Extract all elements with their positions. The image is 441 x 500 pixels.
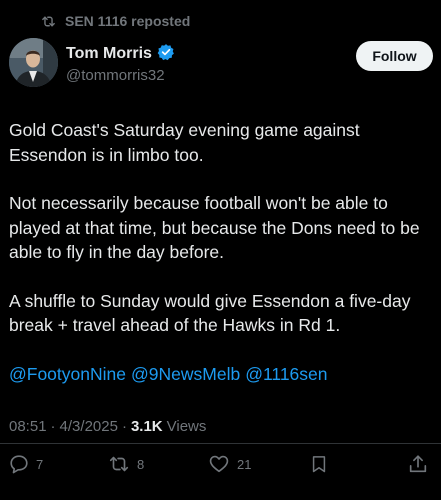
divider (0, 443, 441, 444)
bookmark-icon (309, 453, 329, 475)
author-handle[interactable]: @tommorris32 (66, 67, 175, 84)
mention-link[interactable]: @1116sen (245, 364, 327, 384)
reply-count: 7 (36, 456, 44, 472)
avatar[interactable] (9, 38, 58, 87)
verified-badge-icon (157, 43, 175, 66)
meta-separator: · (121, 418, 127, 435)
repost-button[interactable]: 8 (107, 453, 144, 475)
views-count: 3.1K (130, 418, 163, 435)
reply-button[interactable]: 7 (8, 453, 43, 475)
tweet-mentions: @FootyonNine @9NewsMelb @1116sen (9, 362, 429, 387)
tweet-time[interactable]: 08:51 (9, 418, 47, 435)
tweet-text: Gold Coast's Saturday evening game again… (9, 118, 429, 410)
mention-link[interactable]: @FootyonNine (9, 364, 126, 384)
author-row: Tom Morris @tommorris32 Follow (9, 38, 433, 90)
repost-icon (107, 453, 131, 475)
heart-icon (207, 453, 231, 475)
share-button[interactable] (407, 453, 429, 475)
tweet-paragraph: Not necessarily because football won't b… (9, 193, 420, 262)
follow-button[interactable]: Follow (356, 41, 433, 71)
author-info: Tom Morris @tommorris32 (66, 43, 175, 84)
tweet-date[interactable]: 4/3/2025 (60, 418, 118, 435)
repost-label: SEN 1116 reposted (65, 13, 191, 29)
mention-link[interactable]: @9NewsMelb (131, 364, 240, 384)
repost-count: 8 (137, 456, 145, 472)
repost-header[interactable]: SEN 1116 reposted (40, 11, 190, 31)
share-icon (407, 453, 429, 475)
bookmark-button[interactable] (309, 453, 329, 475)
like-button[interactable]: 21 (207, 453, 251, 475)
like-count: 21 (237, 456, 252, 472)
views-label: Views (166, 418, 207, 435)
tweet-meta: 08:51 · 4/3/2025 · 3.1K Views (9, 418, 206, 435)
meta-separator: · (50, 418, 56, 435)
action-bar: 7 8 21 (0, 450, 441, 480)
repost-icon (40, 13, 57, 30)
author-display-name[interactable]: Tom Morris (66, 45, 152, 63)
tweet-paragraph: A shuffle to Sunday would give Essendon … (9, 290, 411, 336)
reply-icon (8, 453, 30, 475)
tweet-paragraph: Gold Coast's Saturday evening game again… (9, 120, 360, 165)
